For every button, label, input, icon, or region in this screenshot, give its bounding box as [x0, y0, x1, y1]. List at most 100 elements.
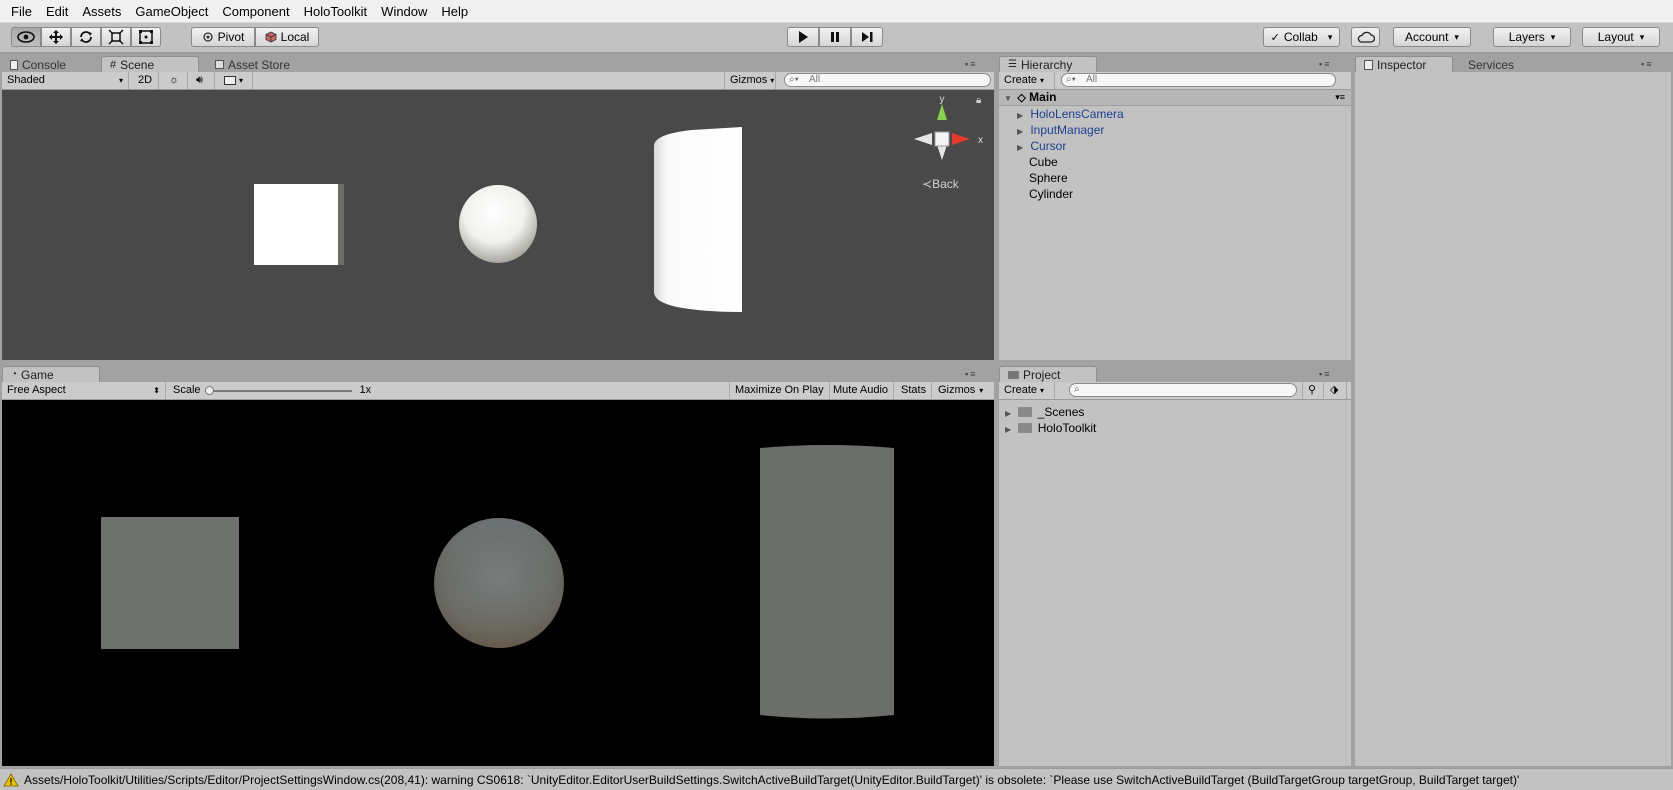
project-search-input[interactable]: ⌕ — [1069, 383, 1297, 397]
tab-scene-label: Scene — [120, 58, 155, 72]
hierarchy-item[interactable]: ▶ HoloLensCamera — [999, 107, 1124, 122]
game-view[interactable] — [2, 400, 994, 766]
expand-arrow-icon[interactable]: ▶ — [1017, 108, 1027, 123]
rotate-tool-button[interactable] — [71, 27, 101, 47]
collab-dropdown[interactable]: ✓ Collab — [1263, 27, 1340, 47]
scene-cube[interactable] — [254, 184, 344, 265]
hierarchy-item-label: Cube — [1029, 155, 1058, 169]
scale-tool-button[interactable] — [101, 27, 131, 47]
local-toggle[interactable]: Local — [255, 27, 319, 47]
pause-button[interactable] — [819, 27, 851, 47]
scene-root-row[interactable]: ▼ ◇ Main ▾≡ — [999, 90, 1351, 106]
pacman-icon: ◔ — [11, 369, 18, 380]
hierarchy-item[interactable]: ▶ InputManager — [999, 123, 1104, 138]
step-button[interactable] — [851, 27, 883, 47]
hierarchy-item[interactable]: ▶ Cursor — [999, 139, 1066, 154]
project-folder-row[interactable]: ▶ _Scenes — [999, 405, 1084, 420]
expand-arrow-icon[interactable]: ▼ — [1004, 91, 1014, 106]
shading-mode-label: Shaded — [7, 74, 45, 86]
lighting-toggle[interactable]: ☼ — [164, 72, 188, 89]
tab-console[interactable]: Console — [2, 56, 74, 73]
expand-arrow-icon[interactable]: ▶ — [1017, 140, 1027, 155]
row-menu-icon[interactable]: ▾≡ — [1335, 90, 1345, 105]
shading-mode-dropdown[interactable]: Shaded ▾ — [2, 72, 129, 89]
rect-tool-button[interactable] — [131, 27, 161, 47]
scale-slider-thumb[interactable] — [204, 385, 214, 395]
tab-hierarchy[interactable]: ☰ Hierarchy — [999, 56, 1097, 73]
tab-project[interactable]: Project — [999, 366, 1097, 383]
panel-menu-icon[interactable]: ▪≡ — [1319, 59, 1331, 69]
layout-dropdown[interactable]: Layout — [1582, 27, 1660, 47]
mode-2d-toggle[interactable]: 2D — [133, 72, 159, 89]
scale-slider-track[interactable] — [204, 385, 352, 395]
menu-window[interactable]: Window — [374, 0, 434, 23]
folder-icon — [1018, 423, 1033, 433]
hierarchy-item-label: Cylinder — [1029, 187, 1074, 201]
play-button[interactable] — [787, 27, 819, 47]
mute-audio-toggle[interactable]: Mute Audio — [828, 382, 895, 399]
scene-orientation-gizmo[interactable] — [914, 104, 970, 160]
audio-toggle[interactable]: 🔊︎ — [191, 72, 215, 89]
game-gizmos-dropdown[interactable]: Gizmos ▾ — [933, 382, 994, 399]
gizmos-dropdown[interactable]: Gizmos ▾ — [724, 72, 776, 89]
local-label: Local — [280, 30, 310, 44]
expand-arrow-icon[interactable]: ▶ — [1005, 422, 1015, 437]
hierarchy-create-dropdown[interactable]: Create ▾ — [999, 72, 1055, 89]
maximize-on-play-toggle[interactable]: Maximize On Play — [729, 382, 830, 399]
hierarchy-item[interactable]: Sphere — [999, 171, 1068, 186]
pivot-toggle[interactable]: Pivot — [191, 27, 255, 47]
game-viewport[interactable] — [2, 400, 994, 766]
filter-by-type-button[interactable]: ⚲ — [1302, 382, 1324, 399]
expand-arrow-icon[interactable]: ▶ — [1005, 406, 1015, 421]
panel-menu-icon[interactable]: ▪≡ — [965, 369, 977, 379]
scene-sphere[interactable] — [459, 185, 537, 263]
tab-inspector[interactable]: Inspector — [1355, 56, 1453, 73]
menu-file[interactable]: File — [4, 0, 39, 23]
menu-help[interactable]: Help — [434, 0, 475, 23]
cloud-button[interactable] — [1351, 27, 1380, 47]
layers-dropdown[interactable]: Layers — [1493, 27, 1571, 47]
project-folder-row[interactable]: ▶ HoloToolkit — [999, 421, 1096, 436]
menu-gameobject[interactable]: GameObject — [128, 0, 215, 23]
scene-toolbar: Shaded ▾ 2D ☼ 🔊︎ ▾ Gizmos ▾ ⌕▾ All — [2, 72, 994, 90]
eye-icon — [17, 31, 35, 43]
layout-label: Layout — [1597, 30, 1634, 44]
scene-search-input[interactable]: ⌕▾ All — [784, 73, 991, 87]
menu-holotoolkit[interactable]: HoloToolkit — [297, 0, 375, 23]
account-dropdown[interactable]: Account — [1393, 27, 1471, 47]
menu-edit[interactable]: Edit — [39, 0, 75, 23]
effects-dropdown[interactable]: ▾ — [219, 72, 253, 89]
stats-toggle[interactable]: Stats — [896, 382, 933, 399]
tab-services[interactable]: Services — [1460, 56, 1522, 73]
panel-menu-icon[interactable]: ▪≡ — [1641, 59, 1653, 69]
expand-arrow-icon[interactable]: ▶ — [1017, 124, 1027, 139]
hierarchy-search-input[interactable]: ⌕▾ All — [1061, 73, 1336, 87]
move-tool-button[interactable] — [41, 27, 71, 47]
panel-menu-icon[interactable]: ▪≡ — [1319, 369, 1331, 379]
menu-assets[interactable]: Assets — [75, 0, 128, 23]
tab-asset-store[interactable]: Asset Store — [207, 56, 298, 73]
menu-component[interactable]: Component — [215, 0, 296, 23]
search-icon: ⌕▾ — [1066, 74, 1076, 85]
filter-by-label-button[interactable]: ⬗ — [1325, 382, 1347, 399]
lock-icon[interactable]: 🔒︎ — [976, 95, 981, 106]
scene-name: Main — [1029, 90, 1057, 104]
scene-view[interactable]: y x ≺Back 🔒︎ — [2, 90, 994, 360]
tab-game[interactable]: ◔ Game — [2, 366, 100, 383]
game-cylinder[interactable] — [760, 445, 894, 719]
hierarchy-item[interactable]: Cube — [999, 155, 1058, 170]
check-icon: ✓ — [1270, 31, 1280, 44]
scene-search-placeholder: All — [809, 74, 821, 85]
tab-scene[interactable]: # Scene — [101, 56, 199, 73]
game-cube[interactable] — [101, 517, 239, 649]
project-create-dropdown[interactable]: Create ▾ — [999, 382, 1055, 399]
aspect-dropdown[interactable]: Free Aspect ⬍ — [2, 382, 166, 399]
scene-cylinder[interactable] — [654, 127, 742, 312]
back-label[interactable]: ≺Back — [922, 177, 960, 191]
scene-viewport[interactable]: y x ≺Back 🔒︎ — [2, 90, 994, 360]
hierarchy-item[interactable]: Cylinder — [999, 187, 1073, 202]
rect-transform-icon — [139, 30, 153, 44]
view-tool-button[interactable] — [11, 27, 41, 47]
status-bar[interactable]: Assets/HoloToolkit/Utilities/Scripts/Edi… — [0, 768, 1673, 790]
panel-menu-icon[interactable]: ▪≡ — [965, 59, 977, 69]
